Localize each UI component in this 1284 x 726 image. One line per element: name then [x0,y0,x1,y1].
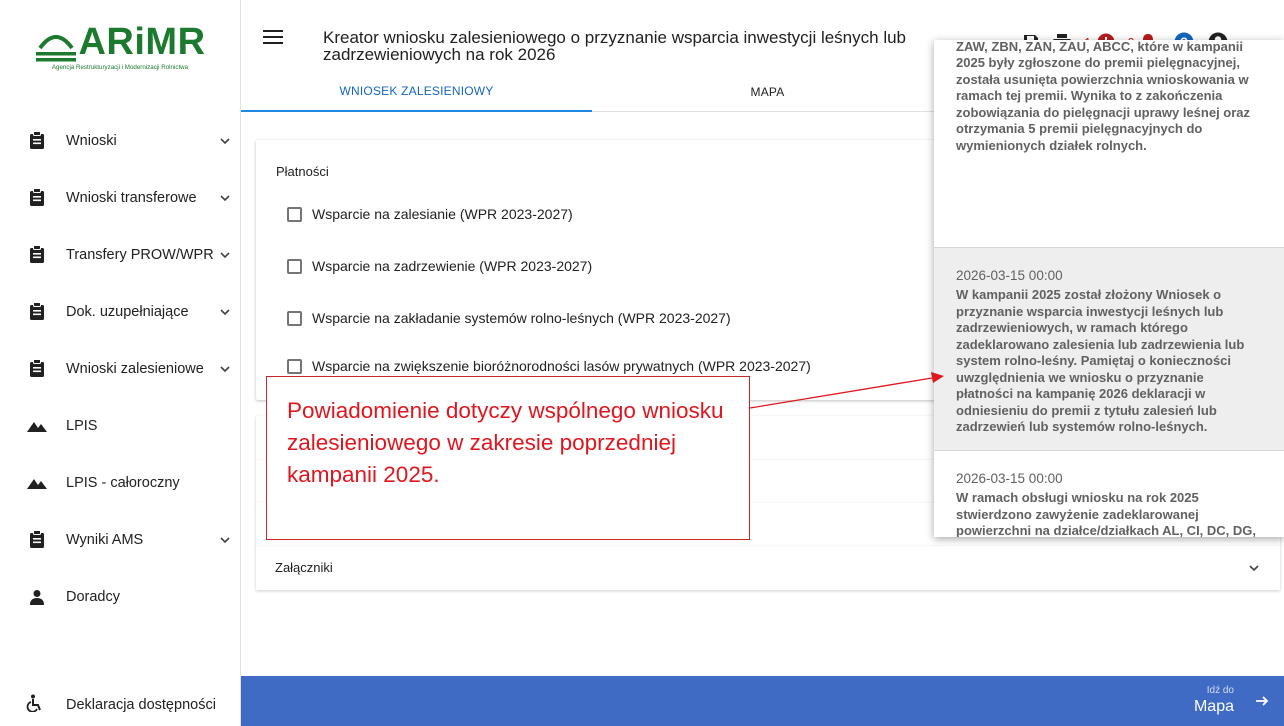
checkbox[interactable] [287,310,302,326]
notification-item[interactable]: 2026-03-15 00:00 W ramach obsługi wniosk… [934,451,1284,537]
terrain-icon [26,472,48,494]
sidebar-footer-label: Deklaracja dostępności [66,697,216,713]
terrain-icon [26,415,48,437]
logo-row: ARiMR [30,22,210,62]
sidebar-item-label: Wnioski transferowe [66,189,197,206]
notification-text: W kampanii 2025 został złożony Wniosek o… [956,287,1245,434]
sidebar-nav: Wnioski Wnioski transferowe Transfery PROW… [0,112,240,625]
sidebar-item-wnioski-transferowe[interactable]: Wnioski transferowe [0,169,240,226]
chevron-down-icon[interactable] [218,533,232,547]
sidebar-item-label: Wnioski [66,132,117,149]
sidebar: ARiMR Agencja Restrukturyzacji i Moderni… [0,0,241,726]
accessibility-icon [26,694,48,716]
attachments-label: Załączniki [275,560,333,575]
checkbox[interactable] [287,358,302,374]
payment-option-label: Wsparcie na zalesianie (WPR 2023-2027) [312,206,573,222]
payment-option-label: Wsparcie na zakładanie systemów rolno-le… [312,310,731,326]
payment-option-label: Wsparcie na zadrzewienie (WPR 2023-2027) [312,258,593,274]
logo-subtitle: Agencja Restrukturyzacji i Modernizacji … [51,64,189,71]
sidebar-item-transfery-prow-wpr[interactable]: Transfery PROW/WPR [0,226,240,283]
sidebar-item-lpis-całoroczny[interactable]: LPIS - całoroczny [0,454,240,511]
app-root: ARiMR Agencja Restrukturyzacji i Moderni… [0,0,1284,726]
bottom-bar: Idź do Mapa [241,676,1284,726]
sidebar-item-label: Wyniki AMS [66,531,144,548]
attachments-panel[interactable]: Załączniki [256,546,1280,590]
chevron-down-icon[interactable] [218,191,232,205]
next-step-label: Mapa [1193,698,1234,715]
sidebar-item-label: LPIS - całoroczny [66,474,180,491]
notification-text: W ramach obsługi wniosku na rok 2025 stw… [956,490,1257,537]
chevron-down-icon[interactable] [1248,562,1260,574]
tab-mapa[interactable]: MAPA [592,72,943,112]
checkbox[interactable] [287,258,302,274]
tab-wniosek[interactable]: WNIOSEK ZALESIENIOWY [241,72,592,112]
sidebar-item-label: Dok. uzupełniające [66,303,189,320]
payments-header: Płatności [276,164,329,179]
next-step-button[interactable]: Idź do Mapa [1194,685,1234,717]
next-step-caption: Idź do [1206,685,1234,696]
chevron-down-icon[interactable] [218,305,232,319]
chevron-down-icon[interactable] [218,248,232,262]
sidebar-item-label: LPIS [66,417,98,434]
sidebar-item-doradcy[interactable]: Doradcy [0,568,240,625]
sidebar-item-accessibility[interactable]: Deklaracja dostępności [0,684,240,726]
notification-date: 2026-03-15 00:00 [956,268,1063,283]
checkbox[interactable] [287,206,302,222]
notification-date: 2026-03-15 00:00 [956,471,1063,486]
payment-option-label: Wsparcie na zwiększenie bioróżnorodności… [312,358,811,374]
sidebar-item-label: Doradcy [66,588,120,605]
clipboard-icon [26,187,48,209]
callout-text: Powiadomienie dotyczy wspólnego wniosku … [287,398,724,487]
logo-mark-icon [36,35,77,62]
clipboard-icon [26,529,48,551]
notification-item[interactable]: 2026-03-15 00:00 W kampanii 2025 został … [934,248,1284,451]
clipboard-icon [26,244,48,266]
clipboard-icon [26,301,48,323]
notification-item[interactable]: działek rolnych AL, CI, DC, DG, EL, ABMM… [934,40,1284,248]
sidebar-item-dok-uzupełniające[interactable]: Dok. uzupełniające [0,283,240,340]
arimr-logo[interactable]: ARiMR Agencja Restrukturyzacji i Moderni… [30,22,210,82]
sidebar-item-wyniki-ams[interactable]: Wyniki AMS [0,511,240,568]
clipboard-icon [26,358,48,380]
sidebar-item-lpis[interactable]: LPIS [0,397,240,454]
payment-option-bioroznorodnosc[interactable]: Wsparcie na zwiększenie bioróżnorodności… [287,358,811,374]
notification-text: działek rolnych AL, CI, DC, DG, EL, ABMM… [956,40,1251,153]
sidebar-item-label: Transfery PROW/WPR [66,246,214,263]
menu-icon[interactable] [263,30,283,46]
page-title: Kreator wniosku zalesieniowego o przyzna… [323,28,907,64]
annotation-callout: Powiadomienie dotyczy wspólnego wniosku … [266,376,750,540]
person-icon [26,586,48,608]
payment-option-zadrzewienie[interactable]: Wsparcie na zadrzewienie (WPR 2023-2027) [287,258,592,274]
logo-text: ARiMR [78,21,206,63]
arrow-right-icon[interactable] [1254,693,1270,709]
sidebar-item-wnioski[interactable]: Wnioski [0,112,240,169]
sidebar-item-wnioski-zalesieniowe[interactable]: Wnioski zalesieniowe [0,340,240,397]
chevron-down-icon[interactable] [218,362,232,376]
notifications-popup: działek rolnych AL, CI, DC, DG, EL, ABMM… [934,40,1284,537]
payment-option-rolno-lesne[interactable]: Wsparcie na zakładanie systemów rolno-le… [287,310,731,326]
chevron-down-icon[interactable] [218,134,232,148]
sidebar-item-label: Wnioski zalesieniowe [66,360,204,377]
clipboard-icon [26,130,48,152]
payment-option-zalesianie[interactable]: Wsparcie na zalesianie (WPR 2023-2027) [287,206,573,222]
